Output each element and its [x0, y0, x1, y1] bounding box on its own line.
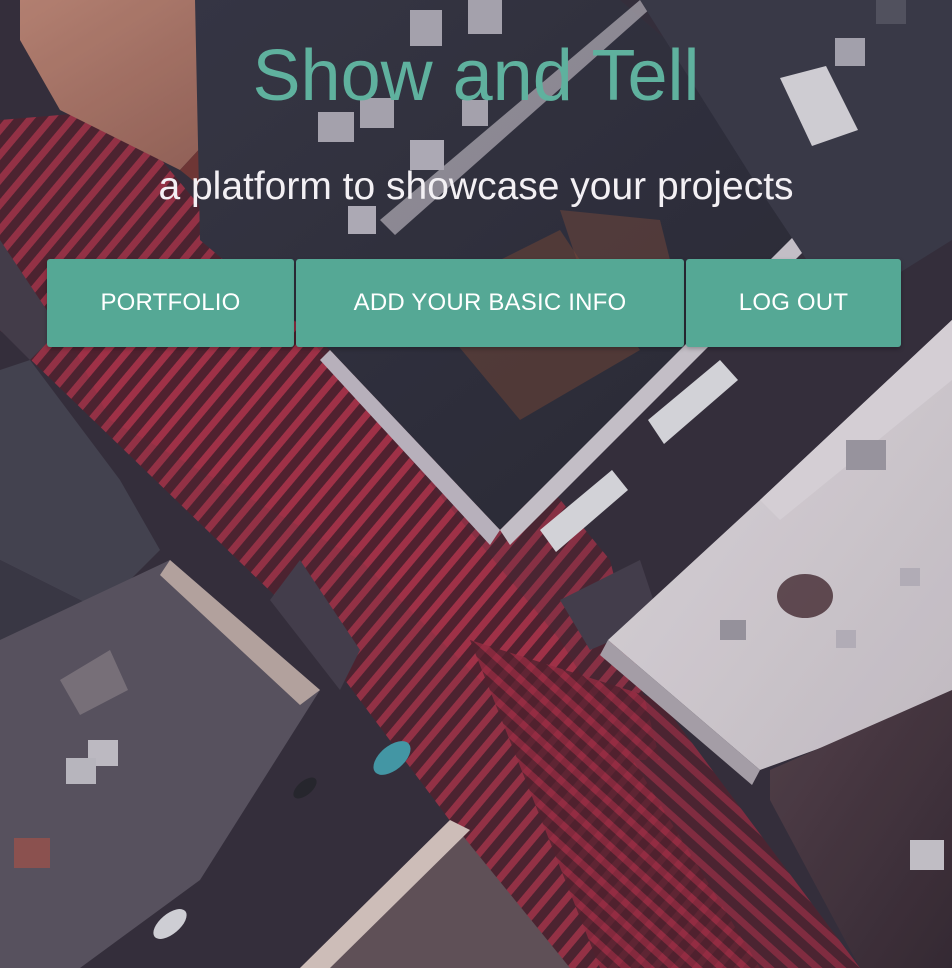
page-subtitle: a platform to showcase your projects	[158, 165, 794, 208]
add-basic-info-button[interactable]: ADD YOUR BASIC INFO	[296, 259, 684, 347]
page-title: Show and Tell	[252, 36, 700, 116]
city-aerial-background	[0, 0, 952, 968]
portfolio-button[interactable]: PORTFOLIO	[47, 259, 294, 347]
log-out-button[interactable]: LOG OUT	[686, 259, 901, 347]
landing-page: Show and Tell a platform to showcase you…	[0, 0, 952, 968]
